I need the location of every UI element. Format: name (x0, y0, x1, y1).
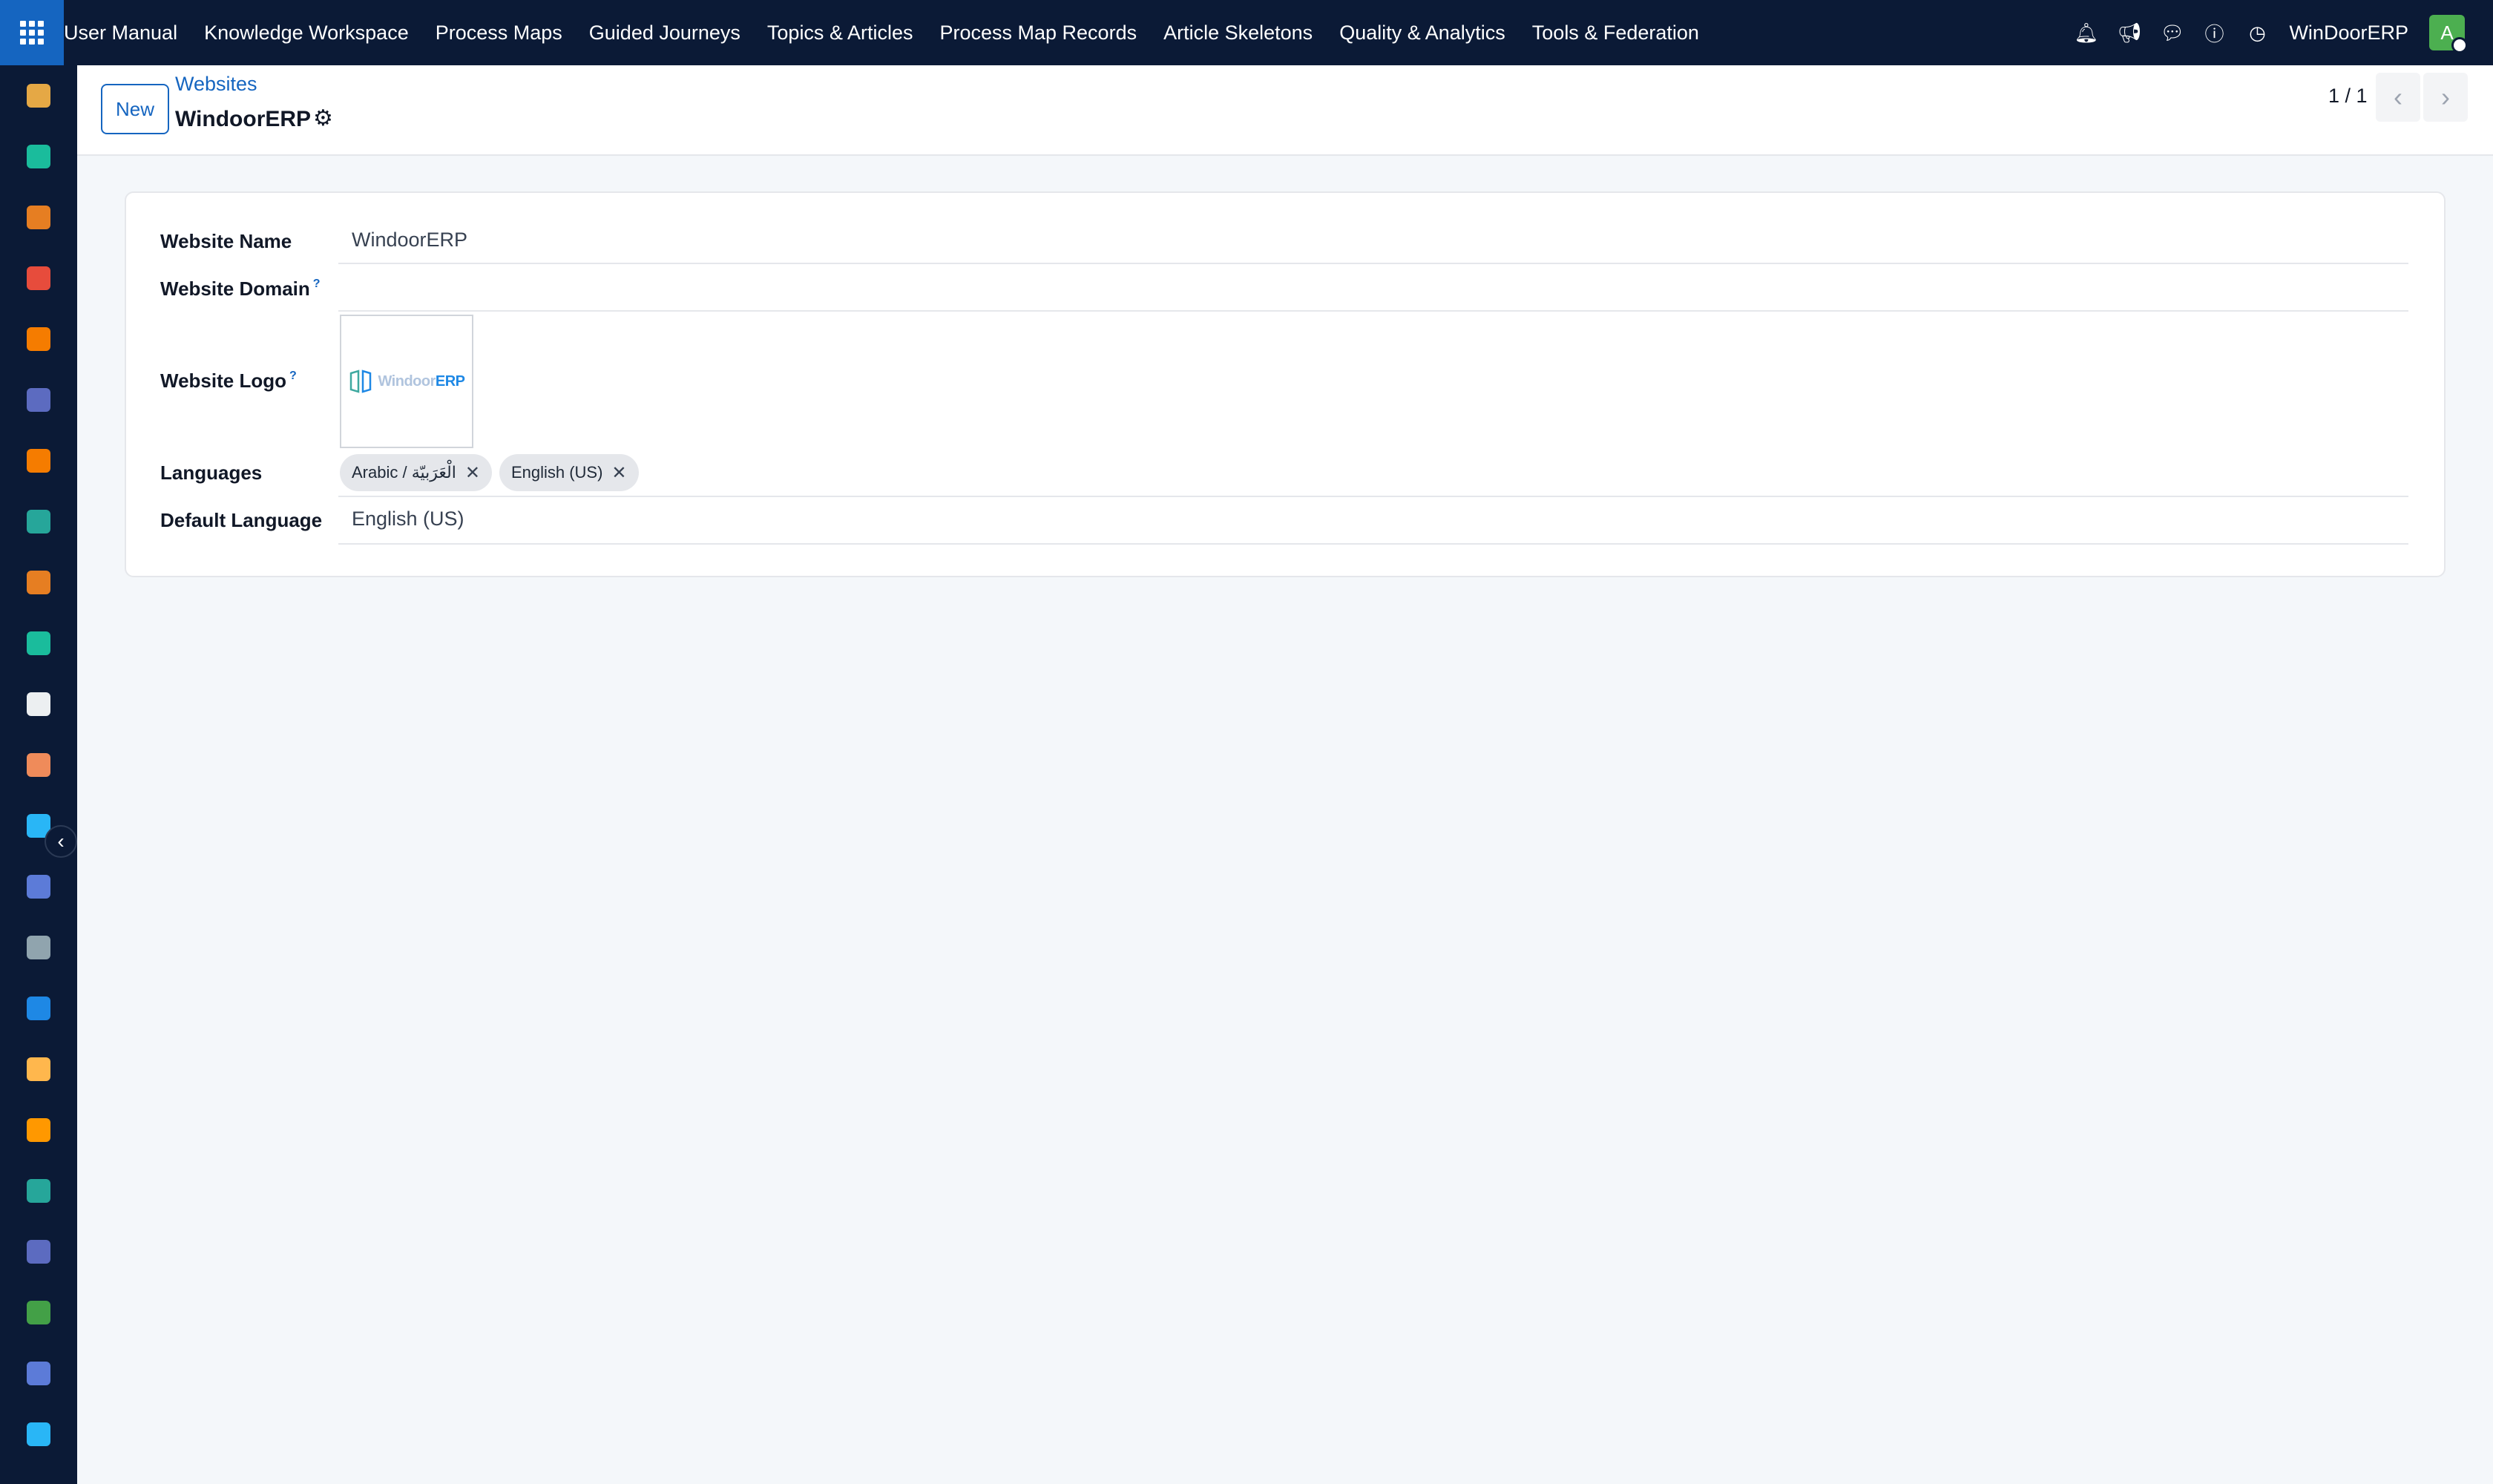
menu-item-process-maps[interactable]: Process Maps (422, 0, 576, 65)
grid-icon (20, 21, 44, 45)
whatsapp-icon[interactable] (27, 1301, 50, 1324)
main-menu: User Manual Knowledge Workspace Process … (64, 0, 1712, 65)
pager-next-button[interactable]: › (2423, 73, 2468, 122)
livechat-icon[interactable] (27, 449, 50, 473)
status-dot (2451, 37, 2468, 53)
timer-icon[interactable] (27, 1362, 50, 1385)
website-icon[interactable] (27, 1422, 50, 1446)
default-language-select[interactable]: English (US) (352, 508, 464, 531)
website-logo-label: Website Logo? (160, 370, 297, 392)
form-sheet: Website Name WindoorERP Website Domain? … (125, 191, 2446, 577)
tools-icon[interactable] (27, 753, 50, 777)
control-panel: New Websites WindoorERP ⚙ 1 / 1 ‹ › (77, 65, 2493, 156)
reporting-icon[interactable] (27, 206, 50, 229)
website-name-input[interactable]: WindoorERP (352, 229, 467, 252)
calendar-icon[interactable] (27, 1118, 50, 1142)
default-language-underline (338, 543, 2408, 545)
breadcrumb-websites[interactable]: Websites (175, 73, 257, 96)
language-tag: Arabic / الْعَرَبيّة ✕ (340, 454, 492, 491)
menu-item-process-map-records[interactable]: Process Map Records (926, 0, 1150, 65)
language-tag-label: English (US) (510, 463, 603, 482)
contacts-icon[interactable] (27, 145, 50, 168)
menu-item-topics-articles[interactable]: Topics & Articles (754, 0, 927, 65)
help-icon[interactable]: ⓘ (2203, 19, 2225, 47)
website-logo-image[interactable]: WindoorERP (340, 315, 473, 448)
pie-icon[interactable] (27, 266, 50, 290)
avatar-letter: A (2440, 21, 2454, 44)
app-sidebar: ‹ (0, 65, 77, 1484)
menu-item-tools-federation[interactable]: Tools & Federation (1519, 0, 1712, 65)
knowledge-icon[interactable] (27, 875, 50, 899)
company-switcher[interactable]: WinDoorERP (2289, 22, 2408, 45)
close-icon[interactable]: ✕ (465, 462, 480, 484)
mail-icon[interactable] (27, 388, 50, 412)
chat-icon[interactable]: 💬︎ (2160, 22, 2184, 45)
grid-app-icon[interactable] (27, 1240, 50, 1264)
mixed-app-icon[interactable] (27, 84, 50, 108)
website-name-underline (338, 263, 2408, 264)
default-language-label: Default Language (160, 509, 323, 531)
avatar[interactable]: A (2429, 15, 2468, 53)
menu-item-user-manual[interactable]: User Manual (64, 0, 191, 65)
menu-item-guided-journeys[interactable]: Guided Journeys (576, 0, 754, 65)
discuss-icon[interactable] (27, 327, 50, 351)
language-tag-label: Arabic / الْعَرَبيّة (352, 463, 456, 482)
door-logo-icon (350, 370, 372, 393)
website-domain-label: Website Domain? (160, 278, 321, 300)
sign-icon[interactable] (27, 1179, 50, 1203)
team-icon[interactable] (27, 1057, 50, 1081)
app-switcher-button[interactable] (0, 0, 64, 65)
dashboard-icon[interactable] (27, 571, 50, 594)
box-icon[interactable] (27, 936, 50, 959)
navbar-systray: 🔔︎ 📢︎ 💬︎ ⓘ ◷ WinDoorERP A (2074, 0, 2493, 65)
inventory-icon[interactable] (27, 692, 50, 716)
chevron-right-icon: › (2441, 82, 2450, 112)
website-domain-underline (338, 310, 2408, 312)
logo-preview: WindoorERP (348, 369, 465, 394)
chevron-left-icon[interactable]: ‹ (45, 825, 77, 858)
languages-label: Languages (160, 462, 263, 484)
check-app-icon[interactable] (27, 510, 50, 533)
top-navbar: User Manual Knowledge Workspace Process … (0, 0, 2493, 65)
pager-previous-button[interactable]: ‹ (2376, 73, 2420, 122)
bell-icon[interactable]: 🔔︎ (2074, 22, 2098, 45)
language-tag: English (US) ✕ (499, 454, 639, 491)
menu-item-article-skeletons[interactable]: Article Skeletons (1150, 0, 1326, 65)
help-tooltip-icon[interactable]: ? (289, 370, 297, 382)
menu-item-knowledge-workspace[interactable]: Knowledge Workspace (191, 0, 422, 65)
help-tooltip-icon[interactable]: ? (313, 278, 321, 290)
invoicing-icon[interactable] (27, 997, 50, 1020)
gear-icon[interactable]: ⚙ (313, 105, 333, 131)
menu-item-quality-analytics[interactable]: Quality & Analytics (1326, 0, 1519, 65)
megaphone-icon[interactable]: 📢︎ (2117, 22, 2141, 45)
employees-icon[interactable] (27, 631, 50, 655)
clock-icon[interactable]: ◷ (2246, 22, 2268, 45)
logo-wordmark: WindoorERP (378, 372, 465, 390)
new-button[interactable]: New (101, 84, 169, 134)
website-name-label: Website Name (160, 230, 292, 252)
page-title: WindoorERP (175, 107, 312, 131)
pager-value[interactable]: 1 / 1 (2328, 85, 2368, 108)
languages-tags: Arabic / الْعَرَبيّة ✕ English (US) ✕ (340, 454, 639, 491)
chevron-left-icon: ‹ (2394, 82, 2402, 112)
close-icon[interactable]: ✕ (611, 462, 626, 484)
languages-underline (338, 496, 2408, 497)
